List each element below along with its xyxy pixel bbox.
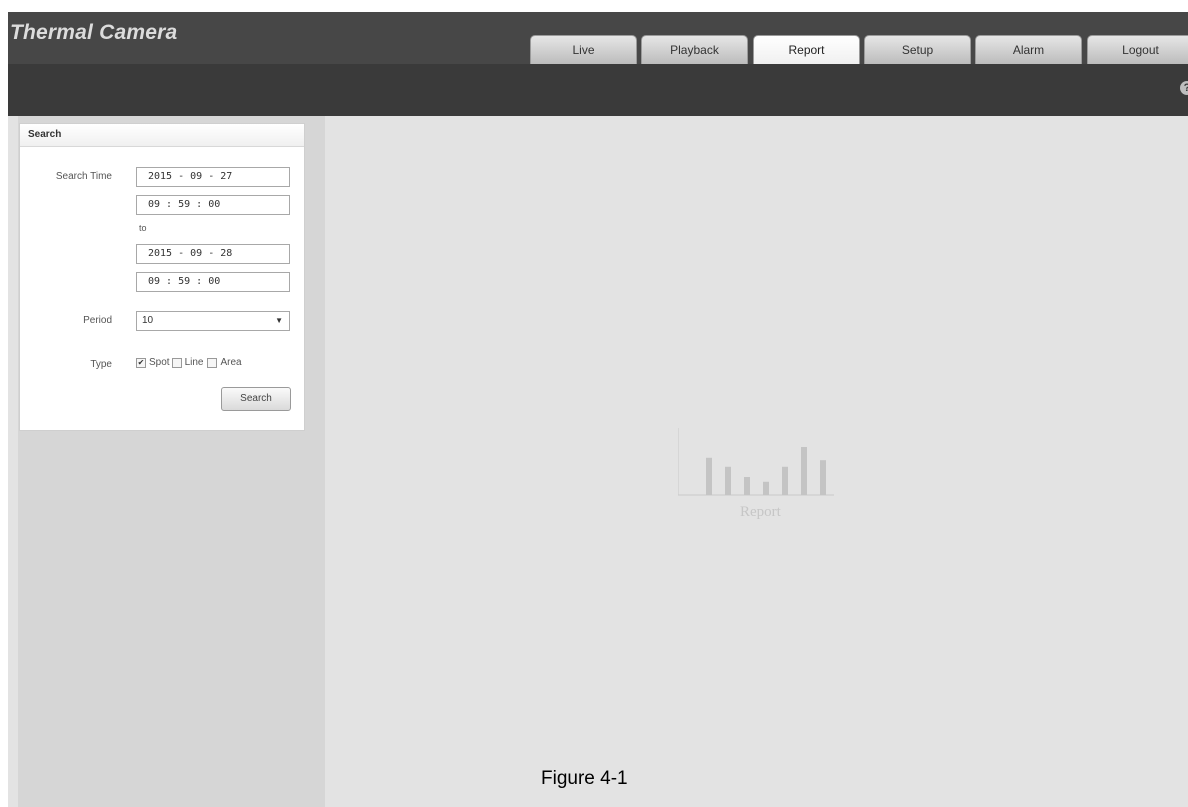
tab-logout[interactable]: Logout — [1087, 35, 1188, 64]
type-options: ✔ Spot Line Area — [134, 357, 242, 368]
spot-checkbox[interactable]: ✔ — [136, 357, 146, 368]
search-button[interactable]: Search — [221, 387, 291, 411]
line-label: Line — [184, 357, 204, 368]
help-icon[interactable]: ? — [1180, 81, 1188, 95]
top-header: Thermal Camera Live Playback Report Setu… — [8, 12, 1188, 64]
report-placeholder: Report — [677, 425, 838, 525]
tab-playback[interactable]: Playback — [641, 35, 748, 64]
area-label: Area — [220, 357, 242, 368]
search-panel-title: Search — [20, 124, 304, 147]
tab-setup[interactable]: Setup — [864, 35, 971, 64]
period-label: Period — [83, 315, 112, 326]
placeholder-bar — [801, 447, 807, 495]
end-date-field[interactable]: 2015 - 09 - 28 — [136, 244, 290, 264]
placeholder-bar — [820, 460, 826, 495]
period-value: 10 — [142, 315, 154, 326]
placeholder-bar — [782, 466, 788, 495]
app-window: Thermal Camera Live Playback Report Setu… — [8, 12, 1188, 807]
start-date-field[interactable]: 2015 - 09 - 27 — [136, 167, 290, 187]
placeholder-bar — [725, 466, 731, 495]
chevron-down-icon: ▼ — [275, 316, 283, 325]
tab-live[interactable]: Live — [530, 35, 637, 64]
report-placeholder-label: Report — [740, 504, 782, 520]
tab-alarm[interactable]: Alarm — [975, 35, 1082, 64]
placeholder-bar — [706, 457, 712, 495]
spot-label: Spot — [149, 357, 170, 368]
area-checkbox[interactable] — [207, 357, 218, 368]
start-time-field[interactable]: 09 : 59 : 00 — [136, 195, 290, 215]
type-label: Type — [90, 359, 112, 370]
period-select[interactable]: 10 ▼ — [136, 311, 290, 331]
tab-report[interactable]: Report — [753, 35, 860, 64]
end-time-field[interactable]: 09 : 59 : 00 — [136, 272, 290, 292]
app-title: Thermal Camera — [10, 21, 178, 44]
sub-header: ? — [8, 64, 1188, 116]
placeholder-bar — [763, 481, 769, 495]
placeholder-bar — [744, 477, 750, 495]
figure-caption: Figure 4-1 — [541, 768, 628, 789]
report-placeholder-icon: Report — [677, 428, 834, 520]
search-panel: Search Search Time 2015 - 09 - 27 09 : 5… — [19, 123, 305, 431]
to-label: to — [139, 223, 147, 233]
line-checkbox[interactable] — [171, 357, 182, 368]
search-time-label: Search Time — [55, 171, 112, 182]
